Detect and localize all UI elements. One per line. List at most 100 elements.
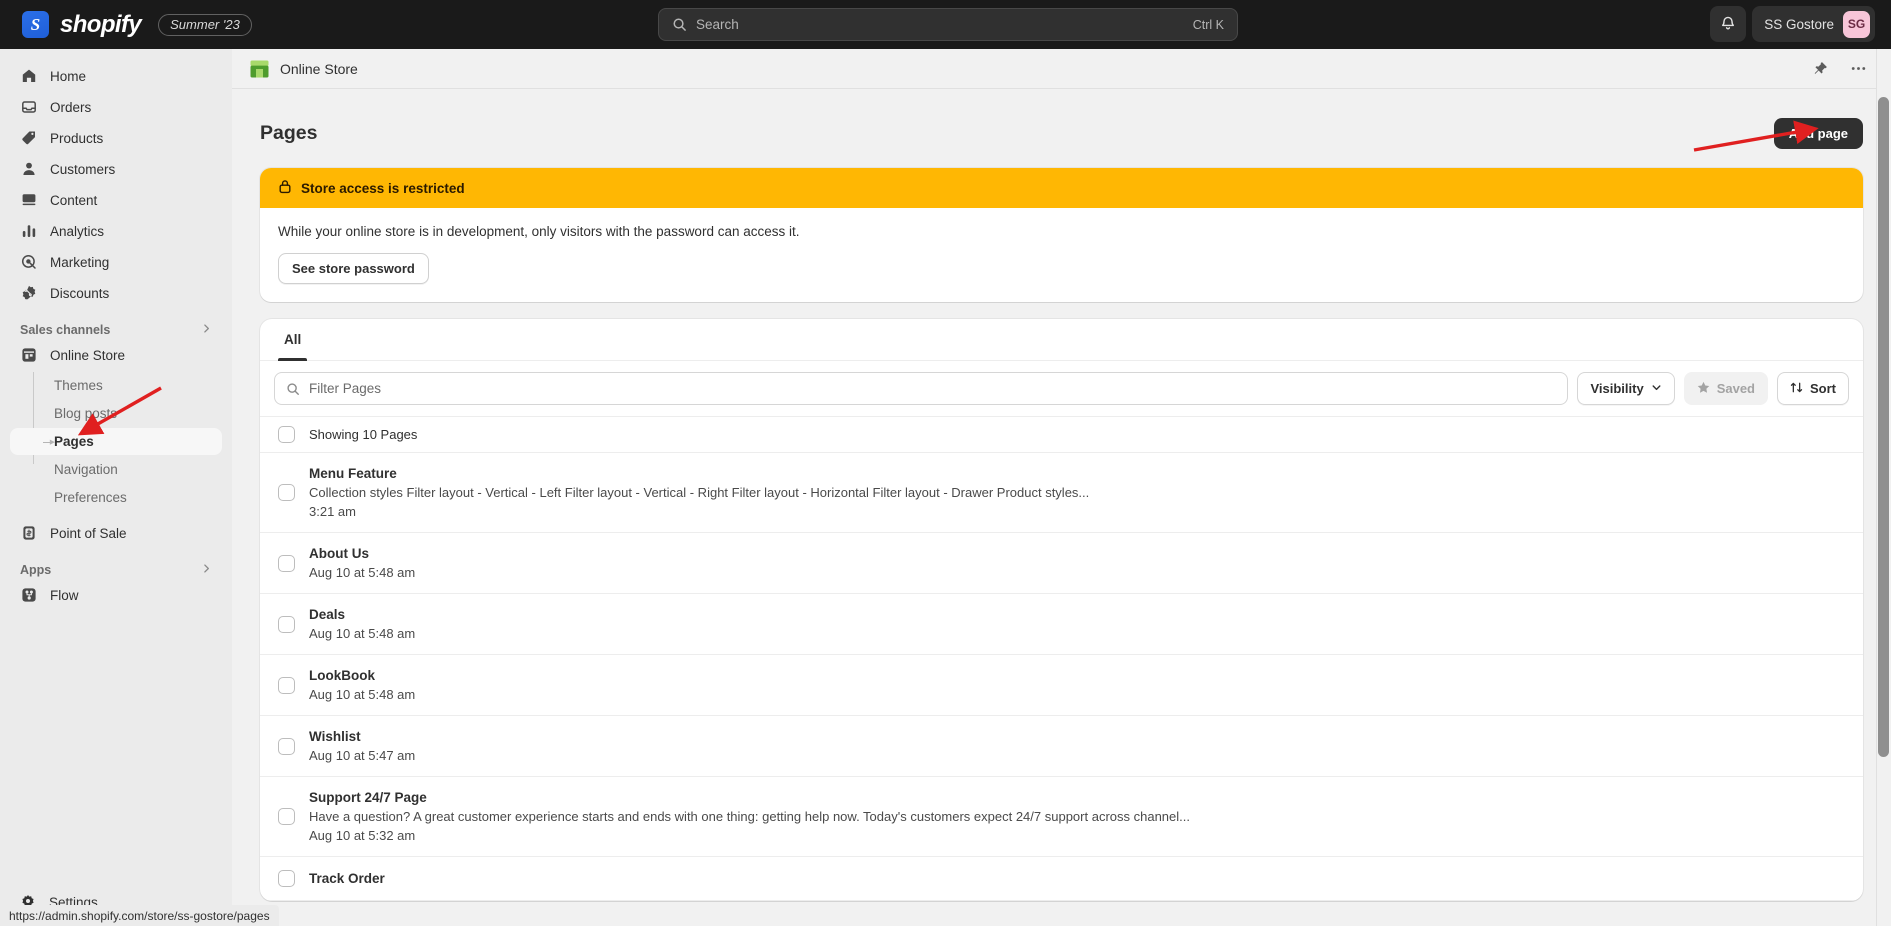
chevron-down-icon	[1651, 381, 1662, 396]
select-all-checkbox[interactable]	[278, 426, 295, 443]
row-checkbox[interactable]	[278, 677, 295, 694]
sidebar-item-label: Home	[50, 69, 86, 84]
search-input[interactable]	[696, 17, 1193, 32]
sidebar-item-content[interactable]: Content	[10, 186, 222, 214]
discount-icon	[20, 285, 37, 302]
sidebar-item-preferences[interactable]: Preferences	[10, 484, 222, 511]
row-content: Wishlist Aug 10 at 5:47 am	[309, 729, 415, 763]
search-shortcut-hint: Ctrl K	[1193, 18, 1224, 32]
row-date: Aug 10 at 5:32 am	[309, 828, 1190, 843]
tab-all[interactable]: All	[272, 319, 313, 361]
sort-button[interactable]: Sort	[1777, 372, 1849, 405]
sidebar-section-sales-channels[interactable]: Sales channels	[20, 323, 212, 337]
row-checkbox[interactable]	[278, 616, 295, 633]
top-bar-right-actions: SS Gostore SG	[1710, 6, 1875, 42]
sidebar: Home Orders Products Customers Content A…	[0, 49, 232, 926]
star-icon	[1697, 381, 1710, 397]
filter-input-wrapper[interactable]	[274, 372, 1568, 405]
avatar: SG	[1843, 11, 1870, 38]
sidebar-item-label: Discounts	[50, 286, 109, 301]
chevron-right-icon	[201, 323, 212, 337]
row-date: Aug 10 at 5:48 am	[309, 565, 415, 580]
row-content: About Us Aug 10 at 5:48 am	[309, 546, 415, 580]
row-content: Track Order	[309, 871, 385, 886]
row-checkbox[interactable]	[278, 870, 295, 887]
ellipsis-icon[interactable]	[1850, 60, 1867, 77]
sidebar-item-online-store[interactable]: Online Store	[10, 341, 222, 369]
sidebar-item-label: Orders	[50, 100, 91, 115]
table-row[interactable]: Track Order	[260, 857, 1863, 901]
add-page-button[interactable]: Add page	[1774, 118, 1863, 149]
visibility-label: Visibility	[1590, 381, 1643, 396]
row-date: Aug 10 at 5:47 am	[309, 748, 415, 763]
vertical-scrollbar-track[interactable]	[1876, 49, 1891, 926]
breadcrumb[interactable]: Online Store	[250, 60, 358, 78]
sidebar-item-navigation[interactable]: Navigation	[10, 456, 222, 483]
row-content: Support 24/7 Page Have a question? A gre…	[309, 790, 1190, 843]
banner-text: While your online store is in developmen…	[278, 224, 1845, 239]
vertical-scrollbar-thumb[interactable]	[1878, 97, 1889, 757]
row-content: Deals Aug 10 at 5:48 am	[309, 607, 415, 641]
sidebar-item-analytics[interactable]: Analytics	[10, 217, 222, 245]
online-store-icon	[250, 60, 269, 78]
table-row[interactable]: Deals Aug 10 at 5:48 am	[260, 594, 1863, 655]
table-row[interactable]: Support 24/7 Page Have a question? A gre…	[260, 777, 1863, 857]
sidebar-section-apps[interactable]: Apps	[20, 563, 212, 577]
sidebar-item-home[interactable]: Home	[10, 62, 222, 90]
visibility-filter-button[interactable]: Visibility	[1577, 372, 1674, 405]
row-title: Menu Feature	[309, 466, 1089, 481]
store-name-label: SS Gostore	[1764, 17, 1834, 32]
global-search[interactable]: Ctrl K	[658, 8, 1238, 41]
breadcrumb-bar: Online Store	[232, 49, 1891, 89]
orders-icon	[20, 99, 37, 116]
pin-icon[interactable]	[1813, 61, 1828, 76]
sidebar-subitem-label: Preferences	[54, 490, 127, 505]
brand-wordmark: shopify	[60, 11, 141, 39]
row-checkbox[interactable]	[278, 484, 295, 501]
banner-header: Store access is restricted	[260, 168, 1863, 208]
shopify-brand[interactable]: S shopify Summer '23	[0, 11, 252, 39]
sidebar-item-orders[interactable]: Orders	[10, 93, 222, 121]
row-date: 3:21 am	[309, 504, 1089, 519]
sidebar-item-flow[interactable]: Flow	[10, 581, 222, 609]
row-checkbox[interactable]	[278, 808, 295, 825]
sidebar-subitem-label: Themes	[54, 378, 103, 393]
row-title: Track Order	[309, 871, 385, 886]
store-icon	[20, 347, 37, 364]
sidebar-item-blog-posts[interactable]: Blog posts	[10, 400, 222, 427]
sidebar-item-products[interactable]: Products	[10, 124, 222, 152]
season-badge: Summer '23	[158, 14, 252, 36]
page-header: Pages Add page	[260, 111, 1863, 155]
sort-icon	[1790, 381, 1803, 397]
sidebar-item-label: Products	[50, 131, 103, 146]
filter-bar: Visibility Saved	[260, 361, 1863, 416]
saved-views-button[interactable]: Saved	[1684, 372, 1768, 405]
row-checkbox[interactable]	[278, 555, 295, 572]
row-content: Menu Feature Collection styles Filter la…	[309, 466, 1089, 519]
row-excerpt: Collection styles Filter layout - Vertic…	[309, 485, 1089, 500]
sales-channels-label: Sales channels	[20, 323, 110, 337]
table-row[interactable]: Wishlist Aug 10 at 5:47 am	[260, 716, 1863, 777]
account-menu-button[interactable]: SS Gostore SG	[1752, 6, 1875, 42]
chevron-right-icon	[201, 563, 212, 577]
see-store-password-button[interactable]: See store password	[278, 253, 429, 284]
table-row[interactable]: LookBook Aug 10 at 5:48 am	[260, 655, 1863, 716]
table-row[interactable]: About Us Aug 10 at 5:48 am	[260, 533, 1863, 594]
sidebar-item-label: Content	[50, 193, 97, 208]
table-row[interactable]: Menu Feature Collection styles Filter la…	[260, 453, 1863, 533]
banner-body: While your online store is in developmen…	[260, 208, 1863, 302]
row-content: LookBook Aug 10 at 5:48 am	[309, 668, 415, 702]
notifications-button[interactable]	[1710, 6, 1746, 42]
row-title: Deals	[309, 607, 415, 622]
sidebar-item-point-of-sale[interactable]: Point of Sale	[10, 519, 222, 547]
row-checkbox[interactable]	[278, 738, 295, 755]
row-date: Aug 10 at 5:48 am	[309, 687, 415, 702]
sidebar-item-pages[interactable]: ▸ Pages	[10, 428, 222, 455]
sidebar-item-discounts[interactable]: Discounts	[10, 279, 222, 307]
filter-pages-input[interactable]	[309, 381, 1556, 396]
sidebar-item-themes[interactable]: Themes	[10, 372, 222, 399]
sidebar-item-customers[interactable]: Customers	[10, 155, 222, 183]
sidebar-item-marketing[interactable]: Marketing	[10, 248, 222, 276]
sidebar-item-label: Analytics	[50, 224, 104, 239]
row-title: Wishlist	[309, 729, 415, 744]
